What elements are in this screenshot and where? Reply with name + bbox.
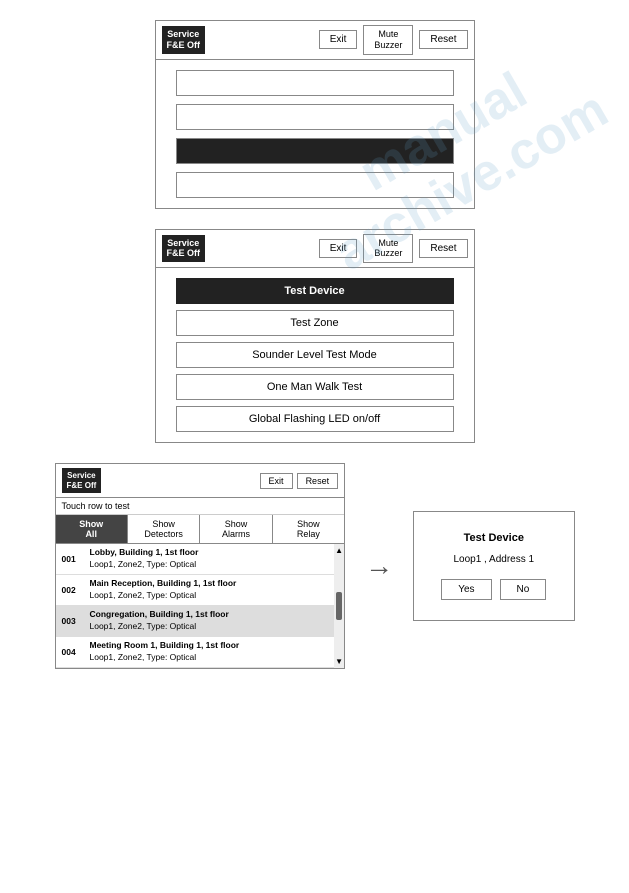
panel-test-device-menu: ServiceF&E Off Exit MuteBuzzer Reset Tes… (155, 229, 475, 444)
device-detail: Loop1, Zone2, Type: Optical (90, 559, 331, 571)
main-container: ServiceF&E Off Exit MuteBuzzer Reset Ser… (0, 0, 629, 689)
device-num: 002 (62, 585, 84, 595)
menu-item-sounder-level[interactable]: Sounder Level Test Mode (176, 342, 454, 368)
confirm-subtitle: Loop1 , Address 1 (430, 554, 557, 565)
filter-show-relay[interactable]: ShowRelay (273, 515, 344, 543)
scroll-up-arrow[interactable]: ▲ (335, 546, 343, 555)
device-detail: Loop1, Zone2, Type: Optical (90, 621, 331, 633)
panel-blank-input: ServiceF&E Off Exit MuteBuzzer Reset (155, 20, 475, 209)
reset-button-3[interactable]: Reset (297, 473, 339, 489)
device-detail: Loop1, Zone2, Type: Optical (90, 652, 331, 664)
device-row[interactable]: 004 Meeting Room 1, Building 1, 1st floo… (56, 637, 345, 668)
device-name: Meeting Room 1, Building 1, 1st floor (90, 640, 331, 652)
device-name: Main Reception, Building 1, 1st floor (90, 578, 331, 590)
panel2-header: ServiceF&E Off Exit MuteBuzzer Reset (156, 230, 474, 269)
device-name: Lobby, Building 1, 1st floor (90, 547, 331, 559)
panel2-body: Test Device Test Zone Sounder Level Test… (156, 268, 474, 442)
exit-button-1[interactable]: Exit (319, 30, 358, 49)
device-info: Main Reception, Building 1, 1st floor Lo… (90, 578, 331, 602)
device-info: Meeting Room 1, Building 1, 1st floor Lo… (90, 640, 331, 664)
device-num: 001 (62, 554, 84, 564)
device-info: Lobby, Building 1, 1st floor Loop1, Zone… (90, 547, 331, 571)
arrow-section: ServiceF&E Off Exit Reset Touch row to t… (55, 463, 575, 668)
device-num: 004 (62, 647, 84, 657)
service-badge-1: ServiceF&E Off (162, 26, 206, 54)
filter-show-detectors[interactable]: ShowDetectors (128, 515, 200, 543)
confirm-panel: Test Device Loop1 , Address 1 Yes No (413, 511, 574, 621)
filter-bar: ShowAll ShowDetectors ShowAlarms ShowRel… (56, 515, 345, 544)
scroll-thumb (336, 592, 342, 620)
confirm-title: Test Device (430, 532, 557, 544)
filter-show-all[interactable]: ShowAll (56, 515, 128, 543)
device-row[interactable]: 002 Main Reception, Building 1, 1st floo… (56, 575, 345, 606)
device-list: 001 Lobby, Building 1, 1st floor Loop1, … (56, 544, 345, 667)
panel1-header: ServiceF&E Off Exit MuteBuzzer Reset (156, 21, 474, 60)
menu-item-test-zone[interactable]: Test Zone (176, 310, 454, 336)
navigation-arrow: → (365, 550, 393, 582)
input-row-4[interactable] (176, 172, 454, 198)
device-num: 003 (62, 616, 84, 626)
scrollbar[interactable]: ▲ ▼ (334, 544, 344, 667)
device-info: Congregation, Building 1, 1st floor Loop… (90, 609, 331, 633)
menu-item-global-flashing[interactable]: Global Flashing LED on/off (176, 406, 454, 432)
panel-device-list: ServiceF&E Off Exit Reset Touch row to t… (55, 463, 346, 668)
service-badge-3: ServiceF&E Off (62, 468, 102, 493)
no-button[interactable]: No (500, 579, 547, 600)
panel1-body (156, 60, 474, 208)
device-name: Congregation, Building 1, 1st floor (90, 609, 331, 621)
filter-show-alarms[interactable]: ShowAlarms (200, 515, 272, 543)
menu-item-one-man-walk[interactable]: One Man Walk Test (176, 374, 454, 400)
reset-button-1[interactable]: Reset (419, 30, 467, 49)
reset-button-2[interactable]: Reset (419, 239, 467, 258)
exit-button-3[interactable]: Exit (260, 473, 293, 489)
input-row-3-filled[interactable] (176, 138, 454, 164)
input-row-2[interactable] (176, 104, 454, 130)
mute-button-2[interactable]: MuteBuzzer (363, 234, 413, 264)
yes-button[interactable]: Yes (441, 579, 491, 600)
input-row-1[interactable] (176, 70, 454, 96)
menu-item-test-device[interactable]: Test Device (176, 278, 454, 304)
device-row[interactable]: 003 Congregation, Building 1, 1st floor … (56, 606, 345, 637)
touch-row-label: Touch row to test (56, 498, 345, 515)
confirm-buttons: Yes No (430, 579, 557, 600)
exit-button-2[interactable]: Exit (319, 239, 358, 258)
service-badge-2: ServiceF&E Off (162, 235, 206, 263)
device-detail: Loop1, Zone2, Type: Optical (90, 590, 331, 602)
panel3-header: ServiceF&E Off Exit Reset (56, 464, 345, 498)
mute-button-1[interactable]: MuteBuzzer (363, 25, 413, 55)
device-row[interactable]: 001 Lobby, Building 1, 1st floor Loop1, … (56, 544, 345, 575)
scroll-down-arrow[interactable]: ▼ (335, 657, 343, 666)
